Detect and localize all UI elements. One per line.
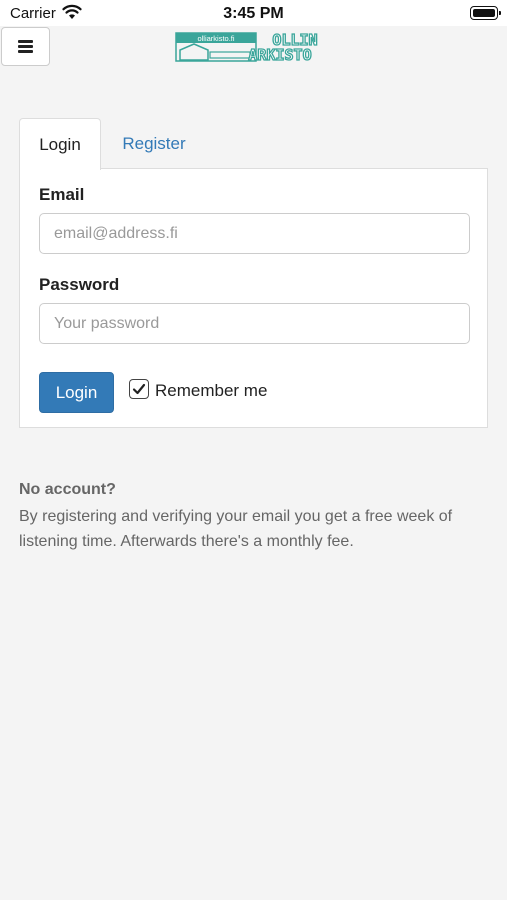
login-button[interactable]: Login <box>39 372 114 413</box>
login-form: Email Password Login Remember me <box>19 168 488 428</box>
auth-panel: Login Register Email Password Login Reme… <box>19 118 488 428</box>
ollin-arkisto-logo[interactable]: olliarkisto.fi OLLIN ARKISTO <box>174 30 334 64</box>
menu-button[interactable] <box>1 27 50 66</box>
remember-me-label[interactable]: Remember me <box>155 381 267 401</box>
password-label: Password <box>39 275 120 294</box>
checkmark-icon <box>132 383 146 395</box>
svg-text:olliarkisto.fi: olliarkisto.fi <box>197 34 234 43</box>
auth-tabs: Login Register <box>19 118 488 170</box>
tab-register[interactable]: Register <box>109 118 199 169</box>
email-label: Email <box>39 185 85 204</box>
status-bar: Carrier 3:45 PM <box>0 0 507 26</box>
svg-text:ARKISTO: ARKISTO <box>248 46 311 64</box>
tab-login[interactable]: Login <box>19 118 101 170</box>
password-input[interactable] <box>39 303 470 344</box>
no-account-text: By registering and verifying your email … <box>19 508 453 550</box>
hamburger-icon <box>18 40 33 53</box>
email-input[interactable] <box>39 213 470 254</box>
remember-me-checkbox[interactable] <box>129 379 149 399</box>
no-account-title: No account? <box>19 481 116 498</box>
no-account-info: No account? By registering and verifying… <box>19 480 494 554</box>
battery-icon <box>470 6 501 20</box>
status-time: 3:45 PM <box>223 5 284 22</box>
